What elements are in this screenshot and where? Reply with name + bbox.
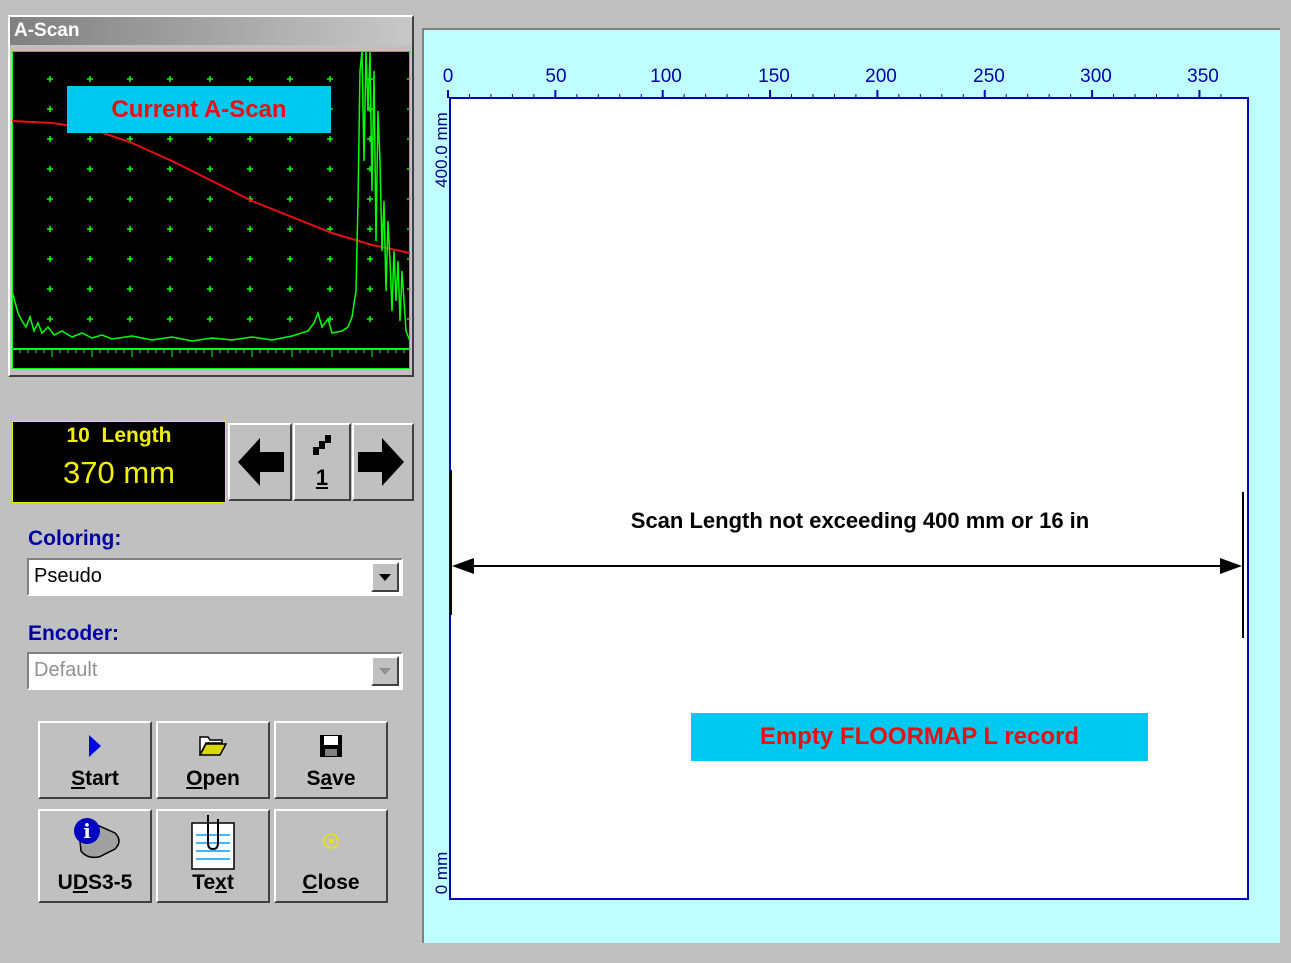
- encoder-label: Encoder:: [28, 622, 120, 645]
- x-tick-label: 100: [650, 66, 682, 87]
- open-label: Open: [186, 767, 240, 790]
- x-tick-label: 300: [1080, 66, 1112, 87]
- text-button[interactable]: Text: [156, 809, 270, 903]
- parameter-value: 370 mm: [63, 455, 175, 490]
- x-tick-label: 350: [1187, 66, 1219, 87]
- coloring-dropdown-button[interactable]: [371, 562, 399, 592]
- uds-info-button[interactable]: i UDS3-5: [38, 809, 152, 903]
- x-tick-label: 50: [545, 66, 567, 87]
- current-ascan-label: Current A-Scan: [67, 86, 331, 133]
- info-icon: i: [74, 818, 120, 859]
- floppy-disk-icon: [320, 735, 342, 757]
- step-button[interactable]: 1: [293, 423, 351, 501]
- close-button[interactable]: Close: [274, 809, 388, 903]
- notepad-icon: [191, 815, 235, 870]
- save-label: Save: [306, 767, 356, 790]
- encoder-selected: Default: [34, 659, 98, 681]
- close-label: Close: [302, 871, 360, 894]
- chevron-down-icon: [379, 574, 391, 581]
- coloring-label: Coloring:: [28, 527, 122, 550]
- close-dot-icon: [323, 833, 339, 849]
- coloring-select[interactable]: Pseudo: [27, 558, 403, 596]
- decrease-button[interactable]: [228, 423, 292, 501]
- y-top-label: 400.0 mm: [432, 112, 451, 188]
- x-tick-label: 200: [865, 66, 897, 87]
- x-tick-label: 250: [973, 66, 1005, 87]
- coloring-selected: Pseudo: [34, 565, 102, 587]
- open-button[interactable]: Open: [156, 721, 270, 799]
- step-value: 1: [315, 465, 329, 490]
- text-label: Text: [192, 871, 234, 894]
- start-button[interactable]: Start: [38, 721, 152, 799]
- encoder-select: Default: [27, 652, 403, 690]
- scan-length-dimension: [450, 470, 1244, 638]
- y-bottom-label: 0 mm: [432, 851, 451, 895]
- parameter-name: 10 Length: [66, 424, 172, 447]
- folder-open-icon: [198, 736, 228, 756]
- svg-text:i: i: [83, 819, 91, 843]
- arrow-right-icon: [358, 438, 404, 486]
- start-label: Start: [71, 767, 119, 790]
- empty-record-label: Empty FLOORMAP L record: [691, 713, 1148, 761]
- save-button[interactable]: Save: [274, 721, 388, 799]
- x-tick-label: 150: [758, 66, 790, 87]
- uds-label: UDS3-5: [57, 871, 133, 894]
- step-icon: [313, 435, 331, 455]
- ascan-window-title: A-Scan: [10, 17, 412, 45]
- play-icon: [89, 735, 101, 757]
- encoder-dropdown-button: [371, 656, 399, 686]
- scan-length-annotation: Scan Length not exceeding 400 mm or 16 i…: [630, 508, 1090, 533]
- x-tick-label: 0: [442, 66, 454, 87]
- arrow-left-icon: [238, 438, 284, 486]
- chevron-down-icon: [379, 668, 391, 675]
- increase-button[interactable]: [352, 423, 414, 501]
